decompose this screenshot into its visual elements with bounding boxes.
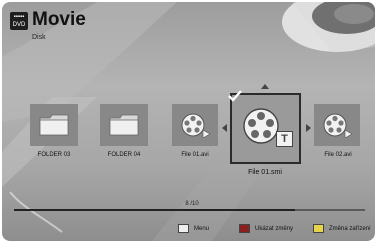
yellow-button-icon xyxy=(313,224,324,233)
item-label: FOLDER 04 xyxy=(107,152,141,158)
menu-button-icon xyxy=(178,224,189,233)
item-label: FOLDER 03 xyxy=(37,152,71,158)
screen: ▪▪▪▪▪ DVD Movie Disk FOLDER 03 FOLDER 04 xyxy=(2,2,375,241)
list-item[interactable]: File 01.avi xyxy=(172,104,222,160)
film-reel-icon xyxy=(181,113,210,138)
checkmark-icon xyxy=(228,90,242,102)
show-changes-label: Ukázat změny xyxy=(255,226,294,233)
red-button-icon xyxy=(239,224,250,233)
change-device-hint[interactable]: Změna zařízení xyxy=(313,224,371,233)
folder-icon xyxy=(109,114,139,136)
show-changes-hint[interactable]: Ukázat změny xyxy=(239,224,293,233)
selected-list-item[interactable]: T xyxy=(230,93,301,164)
menu-hint-label: Menu xyxy=(194,226,210,233)
subtitle-badge-icon: T xyxy=(276,131,293,147)
progress-bar xyxy=(14,209,365,211)
scroll-left-arrow-icon[interactable] xyxy=(222,124,227,132)
dvd-icon-label: DVD xyxy=(12,22,26,28)
page-title: Movie xyxy=(32,9,86,30)
list-item[interactable]: FOLDER 03 xyxy=(30,104,80,160)
film-reel-icon xyxy=(323,113,352,138)
selected-item-label: File 01.smi xyxy=(248,169,282,176)
menu-hint[interactable]: Menu xyxy=(178,224,209,233)
item-label: File 01.avi xyxy=(181,152,209,158)
change-device-label: Změna zařízení xyxy=(329,226,371,233)
item-label: File 02.avi xyxy=(324,152,352,158)
dvd-icon: ▪▪▪▪▪ DVD xyxy=(10,12,28,30)
folder-icon xyxy=(39,114,69,136)
list-item[interactable]: File 02.avi xyxy=(314,104,364,160)
page-subtitle: Disk xyxy=(32,34,46,41)
scroll-up-arrow-icon[interactable] xyxy=(261,84,269,89)
page-counter: 8 /10 xyxy=(185,201,199,207)
scroll-right-arrow-icon[interactable] xyxy=(306,124,311,132)
progress-bar-fill xyxy=(14,209,295,211)
list-item[interactable]: FOLDER 04 xyxy=(100,104,150,160)
